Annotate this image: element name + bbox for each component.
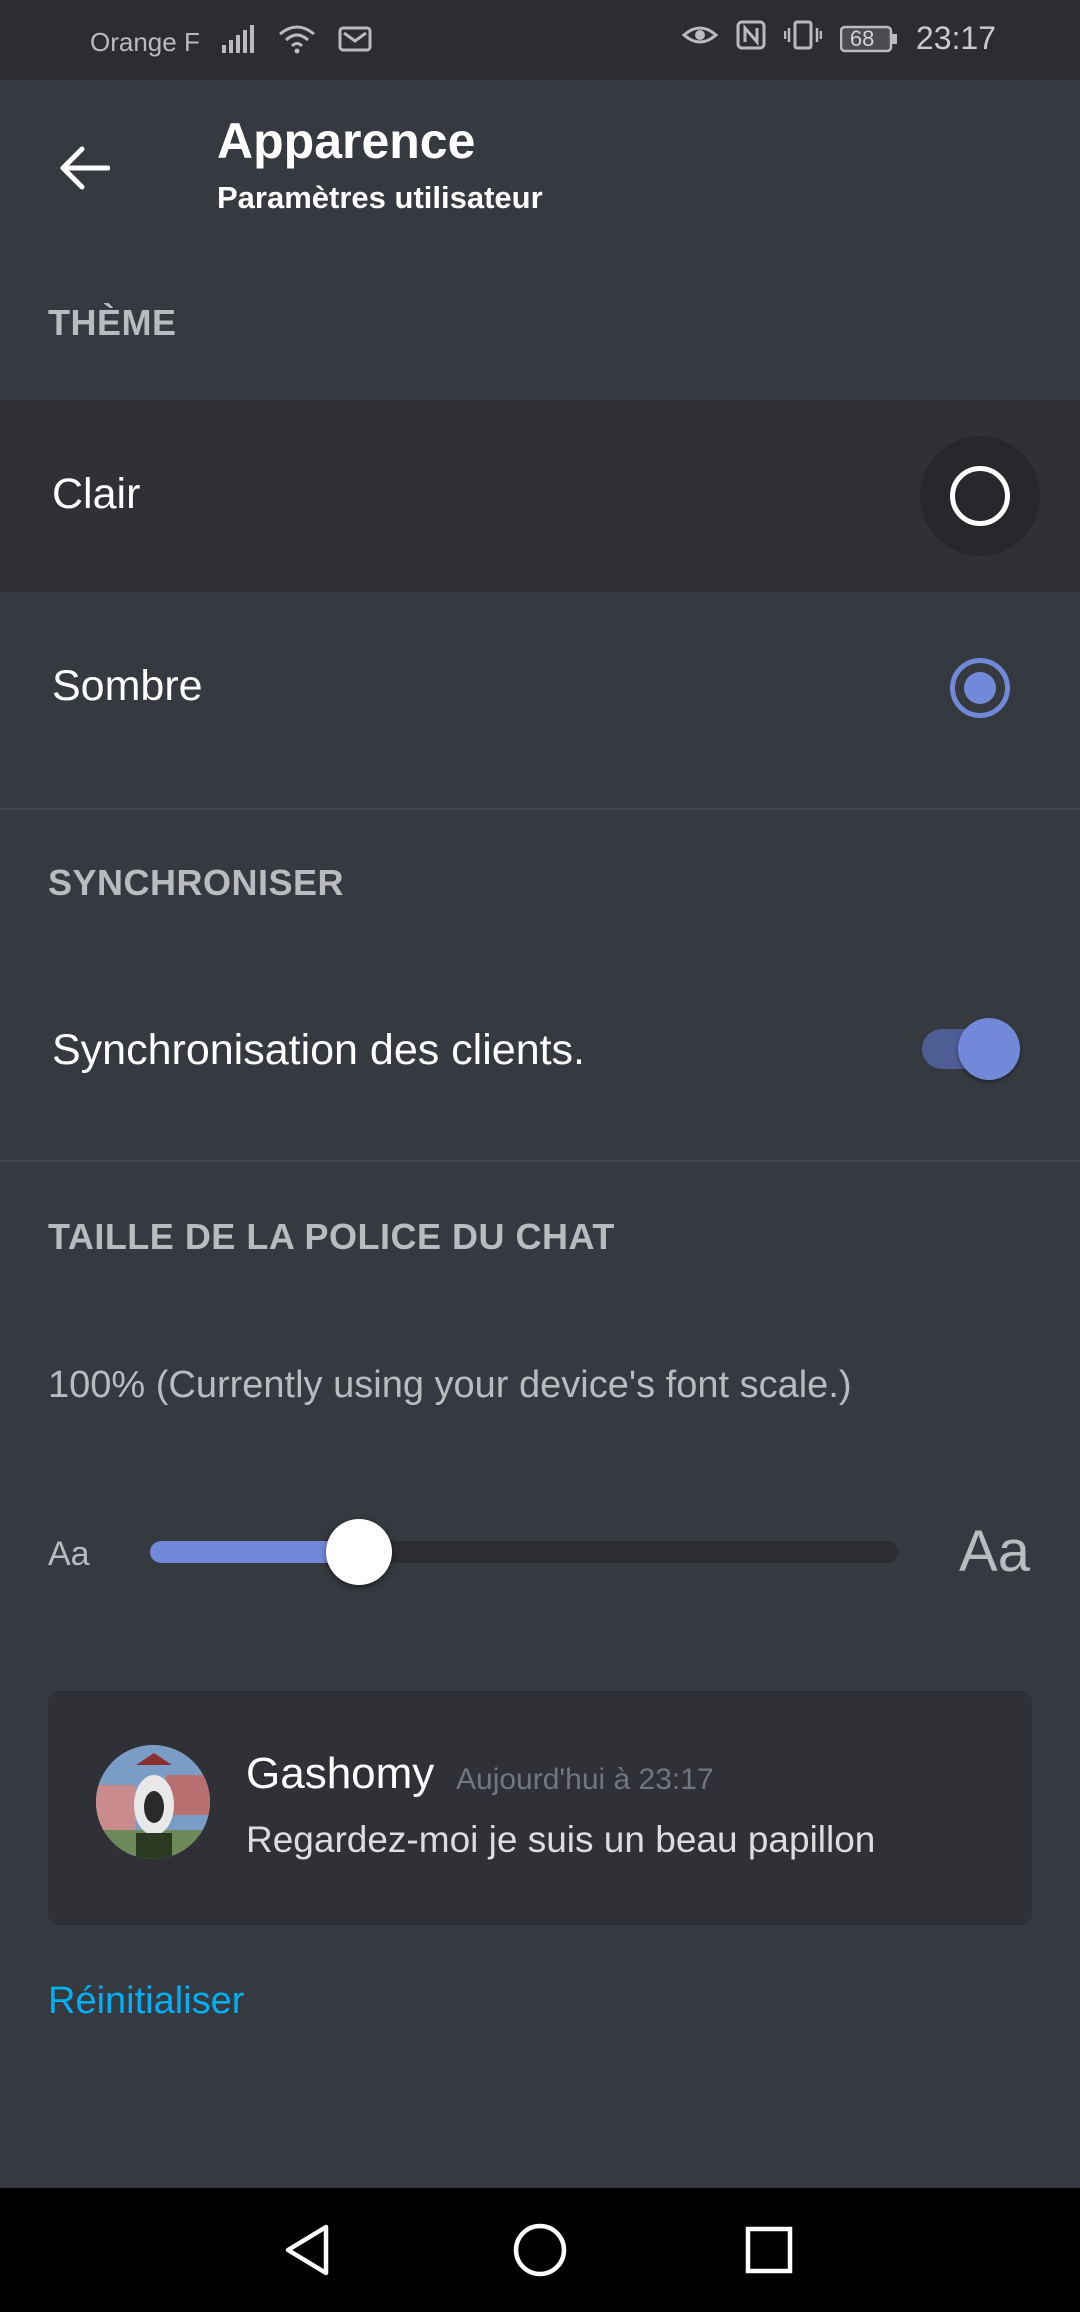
nav-recents-button[interactable] [737, 2218, 801, 2282]
wifi-icon [278, 24, 316, 61]
mail-icon [338, 25, 372, 60]
radio-selected-icon [950, 658, 1010, 718]
arrow-left-icon [60, 146, 110, 190]
square-recents-icon [745, 2226, 793, 2274]
triangle-back-icon [285, 2224, 329, 2276]
nav-home-button[interactable] [508, 2218, 572, 2282]
back-button[interactable] [42, 126, 126, 210]
clock: 23:17 [915, 20, 996, 56]
theme-option-dark[interactable]: Sombre [0, 592, 1080, 784]
sync-clients-toggle[interactable] [922, 1018, 1020, 1080]
nfc-icon [736, 20, 766, 57]
signal-icon [221, 25, 256, 60]
font-scale-description: 100% (Currently using your device's font… [48, 1364, 852, 1406]
message-timestamp: Aujourd'hui à 23:17 [456, 1763, 714, 1796]
divider [0, 808, 1080, 810]
vibrate-icon [783, 20, 823, 57]
message-username: Gashomy [246, 1749, 435, 1798]
battery-icon: 68 [839, 24, 898, 54]
font-size-large-label: Aa [959, 1519, 1030, 1584]
message-preview-card: Gashomy Aujourd'hui à 23:17 Regardez-moi… [48, 1691, 1032, 1925]
theme-option-label: Sombre [52, 662, 203, 710]
font-size-small-label: Aa [48, 1535, 90, 1573]
circle-home-icon [513, 2223, 567, 2277]
app-bar: Apparence Paramètres utilisateur [0, 80, 1080, 256]
theme-section-title: THÈME [48, 302, 177, 343]
radio-button-dark[interactable] [920, 628, 1040, 748]
reset-button[interactable]: Réinitialiser [48, 1980, 244, 2023]
radio-unselected-icon [950, 466, 1010, 526]
theme-option-label: Clair [52, 470, 141, 518]
battery-level: 68 [849, 25, 875, 51]
page-title: Apparence [217, 113, 476, 169]
radio-button-light[interactable] [920, 436, 1040, 556]
system-navigation-bar [0, 2188, 1080, 2312]
status-bar: Orange F 68 23:17 [0, 0, 1080, 80]
avatar[interactable] [96, 1745, 210, 1859]
slider-thumb[interactable] [326, 1519, 393, 1585]
nav-back-button[interactable] [275, 2218, 339, 2282]
sync-clients-label: Synchronisation des clients. [52, 1026, 586, 1074]
toggle-thumb [958, 1018, 1020, 1080]
carrier-name: Orange F [90, 27, 200, 57]
divider [0, 1160, 1080, 1162]
font-size-slider[interactable] [150, 1519, 898, 1585]
message-text: Regardez-moi je suis un beau papillon [246, 1819, 876, 1860]
sync-clients-row[interactable]: Synchronisation des clients. [0, 960, 1080, 1140]
page-subtitle: Paramètres utilisateur [217, 180, 543, 215]
sync-section-title: SYNCHRONISER [48, 862, 345, 903]
theme-option-light[interactable]: Clair [0, 400, 1080, 592]
eye-icon [681, 21, 719, 56]
font-size-section-title: TAILLE DE LA POLICE DU CHAT [48, 1216, 615, 1257]
